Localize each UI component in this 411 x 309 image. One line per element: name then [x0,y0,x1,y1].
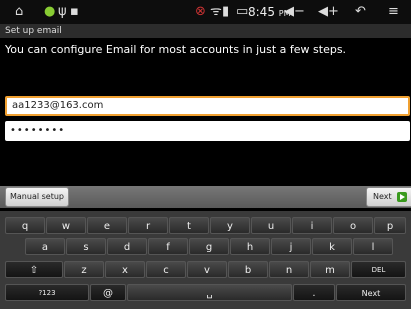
volume-down-icon[interactable]: ◀− [284,4,305,20]
at-key[interactable]: @ [90,284,126,301]
email-field[interactable]: aa1233@163.com [5,96,410,116]
numbers-key[interactable]: ?123 [5,284,89,301]
key-x[interactable]: x [105,261,145,278]
action-bar: Manual setup Next [0,186,411,208]
keyboard: q w e r t y u i o p a s d f g h j k l ⇧ … [0,211,411,309]
next-label: Next [373,192,392,201]
key-c[interactable]: c [146,261,186,278]
menu-icon[interactable]: ≡ [388,4,399,20]
next-key[interactable]: Next [336,284,406,301]
key-f[interactable]: f [148,238,188,255]
key-b[interactable]: b [228,261,268,278]
key-e[interactable]: e [87,217,127,234]
key-w[interactable]: w [46,217,86,234]
key-r[interactable]: r [128,217,168,234]
key-t[interactable]: t [169,217,209,234]
period-key[interactable]: . [293,284,335,301]
key-d[interactable]: d [107,238,147,255]
volume-up-icon[interactable]: ◀+ [318,4,339,20]
alert-icon: ⊗ [195,4,206,19]
manual-setup-button[interactable]: Manual setup [5,187,69,207]
key-l[interactable]: l [353,238,393,255]
sd-card-icon: ▪ [70,4,79,19]
key-v[interactable]: v [187,261,227,278]
password-field[interactable]: •••••••• [5,121,410,141]
key-a[interactable]: a [25,238,65,255]
usb-icon: ψ [58,4,67,19]
key-j[interactable]: j [271,238,311,255]
space-key[interactable]: ␣ [127,284,292,301]
home-icon[interactable]: ⌂ [15,4,23,20]
delete-key[interactable]: DEL [351,261,406,278]
instructions: You can configure Email for most account… [5,43,347,56]
key-z[interactable]: z [64,261,104,278]
status-bar: ⌂ ● ψ ▪ ⊗ ᯤ ▮ ▭ 8:45 PM ◀− ◀+ ↶ ≡ [0,0,411,24]
next-button[interactable]: Next [366,187,411,207]
key-m[interactable]: m [310,261,350,278]
shift-key[interactable]: ⇧ [5,261,63,278]
wifi-icon: ᯤ [210,4,222,19]
back-icon[interactable]: ↶ [355,4,366,20]
signal-icon: ▮ [222,4,230,19]
key-s[interactable]: s [66,238,106,255]
key-o[interactable]: o [333,217,373,234]
next-arrow-icon [396,191,407,202]
battery-icon: ▭ [236,4,249,19]
android-icon: ● [44,4,56,19]
key-h[interactable]: h [230,238,270,255]
key-n[interactable]: n [269,261,309,278]
key-g[interactable]: g [189,238,229,255]
window-title: Set up email [0,24,411,38]
key-u[interactable]: u [251,217,291,234]
key-q[interactable]: q [5,217,45,234]
key-k[interactable]: k [312,238,352,255]
key-y[interactable]: y [210,217,250,234]
key-i[interactable]: i [292,217,332,234]
key-p[interactable]: p [374,217,406,234]
